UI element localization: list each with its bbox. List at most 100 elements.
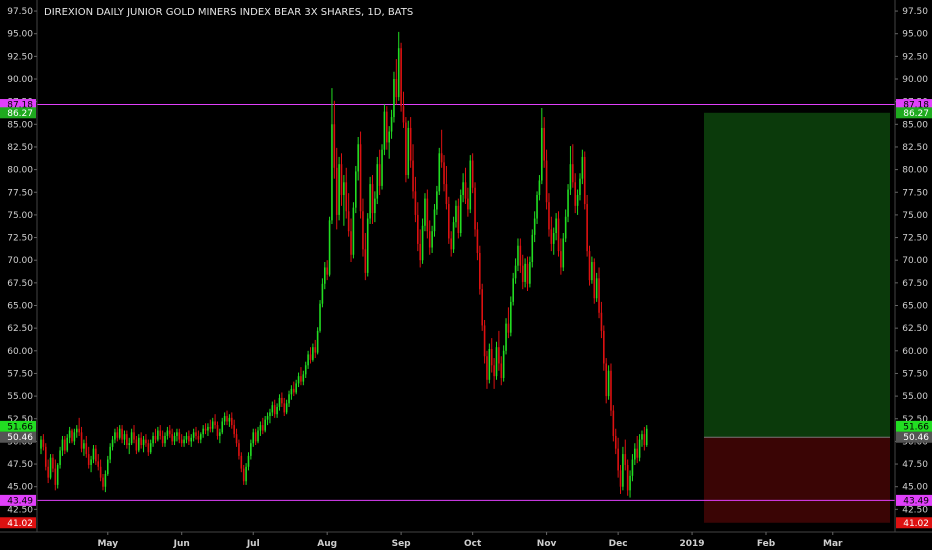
candle-body	[617, 448, 619, 471]
candle-body	[538, 180, 541, 195]
y-tick-label-right: 97.50	[902, 7, 928, 17]
candle-body	[157, 430, 159, 440]
candle-body	[352, 207, 355, 255]
candle-body	[149, 443, 152, 453]
candle-body	[68, 430, 71, 438]
candle-body	[402, 106, 405, 123]
candle-body	[195, 432, 197, 436]
candle-body	[166, 430, 169, 436]
candle-body	[219, 432, 221, 436]
price-tag-right: 50.46	[903, 433, 929, 443]
y-tick-label-right: 45.00	[902, 483, 928, 493]
candle-body	[159, 430, 162, 436]
candle-body	[295, 383, 297, 393]
candle-body	[226, 416, 228, 422]
candles	[40, 31, 648, 498]
candle-body	[111, 439, 114, 447]
candle-body	[147, 443, 150, 453]
candle-body	[502, 350, 505, 378]
candle-body	[164, 435, 166, 444]
candle-body	[347, 211, 350, 232]
candle-body	[114, 432, 116, 440]
candle-body	[495, 347, 498, 377]
candle-body	[278, 397, 281, 407]
candle-body	[259, 425, 262, 431]
x-tick-label: Dec	[609, 539, 628, 549]
candle-body	[126, 434, 128, 446]
candle-body	[533, 218, 536, 235]
y-tick-label-right: 55.00	[902, 392, 928, 402]
candle-body	[636, 448, 639, 458]
candle-body	[397, 48, 400, 98]
candlestick-chart: 97.50 97.50 95.00 95.00 92.50 92.50 90.00 90.00…	[0, 0, 932, 549]
candle-body	[428, 231, 431, 248]
candle-body	[586, 204, 588, 252]
candle-body	[567, 189, 569, 217]
y-tick-label-left: 82.50	[7, 143, 33, 153]
candle-body	[233, 425, 235, 435]
candle-body	[302, 374, 305, 382]
candle-body	[56, 464, 59, 485]
candle-body	[171, 434, 173, 442]
y-tick-label-right: 90.00	[902, 75, 928, 85]
candle-body	[85, 443, 88, 455]
candle-body	[245, 466, 247, 482]
y-tick-label-left: 97.50	[7, 7, 33, 17]
candle-body	[579, 178, 581, 195]
y-tick-label-left: 57.50	[7, 369, 33, 379]
y-tick-label-right: 67.50	[902, 279, 928, 289]
candle-body	[49, 457, 52, 478]
candle-body	[238, 443, 240, 456]
price-tag-left: 51.66	[7, 422, 33, 432]
candle-body	[261, 425, 264, 431]
candle-body	[183, 439, 185, 444]
candle-body	[283, 403, 286, 413]
y-tick-label-left: 90.00	[7, 75, 33, 85]
candle-body	[510, 301, 512, 333]
candle-body	[269, 412, 271, 417]
y-tick-label-right: 65.00	[902, 302, 928, 312]
candle-body	[500, 363, 503, 378]
y-tick-label-right: 70.00	[902, 256, 928, 266]
candle-body	[78, 428, 80, 433]
candle-body	[381, 149, 383, 186]
candle-body	[607, 370, 610, 397]
candle-body	[121, 428, 123, 440]
candle-body	[588, 251, 591, 281]
y-tick-label-left: 77.50	[7, 188, 33, 198]
candle-body	[467, 198, 469, 210]
candle-body	[173, 435, 176, 442]
candle-body	[154, 435, 157, 440]
y-tick-label-right: 47.50	[902, 460, 928, 470]
candle-body	[297, 376, 300, 384]
candle-body	[634, 448, 636, 460]
y-tick-label-left: 60.00	[7, 347, 33, 357]
candle-body	[331, 124, 333, 221]
y-tick-label-left: 95.00	[7, 30, 33, 40]
candle-body	[326, 267, 328, 275]
candle-body	[505, 323, 507, 351]
candle-body	[600, 312, 603, 331]
y-tick-label-right: 77.50	[902, 188, 928, 198]
candle-body	[371, 184, 374, 214]
candle-body	[223, 416, 226, 422]
candle-body	[526, 263, 529, 284]
candle-body	[417, 214, 419, 244]
candle-body	[87, 454, 90, 465]
candle-body	[204, 428, 207, 431]
y-tick-label-right: 80.00	[902, 166, 928, 176]
candle-body	[362, 211, 364, 250]
candle-body	[450, 238, 452, 250]
y-tick-label-left: 55.00	[7, 392, 33, 402]
y-tick-label-left: 75.00	[7, 211, 33, 221]
price-tag-left: 41.02	[7, 519, 33, 529]
y-tick-label-left: 92.50	[7, 52, 33, 62]
candle-body	[207, 426, 209, 431]
candle-body	[209, 426, 212, 429]
x-tick-label: 2019	[680, 539, 705, 549]
candle-body	[414, 191, 417, 215]
candle-body	[605, 363, 608, 397]
candle-body	[643, 434, 646, 446]
candle-body	[593, 262, 596, 299]
candle-body	[137, 437, 140, 451]
